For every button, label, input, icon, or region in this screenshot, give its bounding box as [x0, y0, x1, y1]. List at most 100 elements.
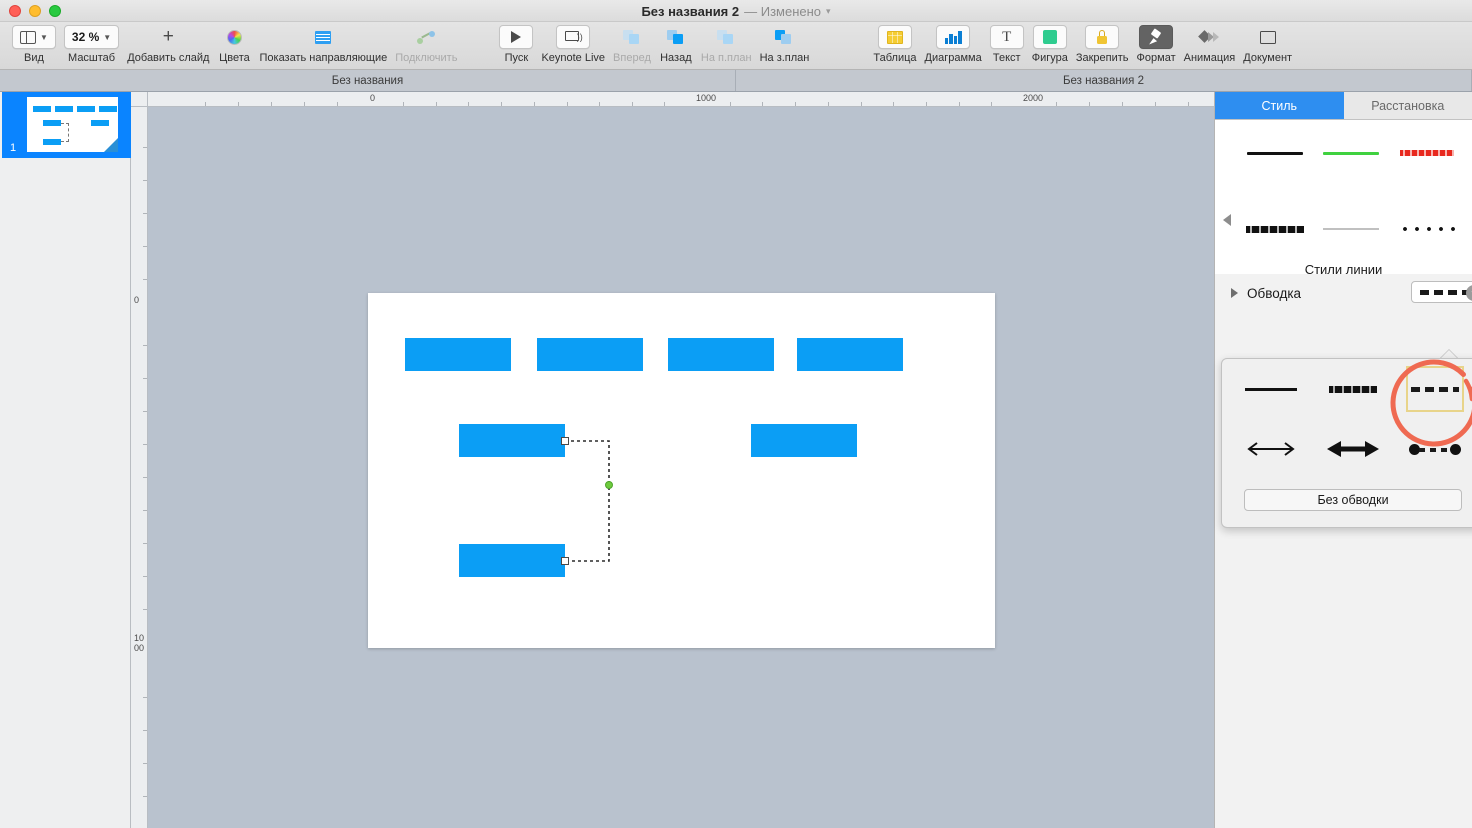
toolbar-label: Таблица [873, 52, 917, 64]
prev-page-arrow-icon[interactable] [1223, 214, 1231, 226]
line-style-grid [1237, 140, 1465, 242]
stroke-option-thick-arrow[interactable] [1312, 433, 1394, 465]
shape-rect-mid-left[interactable] [459, 424, 565, 457]
document-tab-1[interactable]: Без названия [0, 70, 736, 91]
chevron-down-icon: ▼ [103, 32, 112, 42]
stroke-option-thin-arrow[interactable] [1230, 433, 1312, 465]
toolbar-table[interactable]: Таблица [869, 22, 920, 64]
toolbar-animate[interactable]: Анимация [1180, 22, 1240, 64]
toolbar-bring-to-front[interactable]: На п.план [697, 22, 756, 64]
toolbar-chart[interactable]: Диаграмма [921, 22, 986, 64]
slide-navigator[interactable]: 1 [0, 92, 131, 828]
connector-midpoint-handle[interactable] [605, 481, 613, 489]
toolbar-label: Добавить слайд [127, 52, 210, 64]
disclosure-triangle-icon[interactable] [1231, 288, 1238, 298]
shape-rect-top-4[interactable] [797, 338, 903, 371]
toolbar-label: Формат [1136, 52, 1176, 64]
ruler-corner [131, 92, 148, 107]
bring-forward-icon [622, 30, 641, 44]
stroke-option-dashed[interactable] [1394, 366, 1472, 412]
toolbar-connect[interactable]: Подключить [391, 22, 461, 64]
toolbar-keynote-live[interactable]: )) Keynote Live [537, 22, 609, 64]
document-icon [1259, 30, 1276, 44]
toolbar-text[interactable]: T Текст [986, 22, 1028, 64]
color-wheel-icon [226, 29, 242, 45]
document-tab-2[interactable]: Без названия 2 [736, 70, 1472, 91]
stroke-section-row: Обводка ▼ [1215, 274, 1472, 312]
toolbar-label: Вперед [613, 52, 651, 64]
horizontal-ruler[interactable]: 0 1000 2000 [148, 92, 1214, 107]
line-preset-black-dotted[interactable] [1389, 216, 1465, 242]
toolbar-bring-forward[interactable]: Вперед [609, 22, 655, 64]
slide-corner-marker [104, 138, 118, 152]
shape-rect-top-2[interactable] [537, 338, 643, 371]
shape-rect-mid-right[interactable] [751, 424, 857, 457]
connector-handle-end[interactable] [561, 557, 569, 565]
document-title: Без названия 2 [641, 3, 740, 19]
toolbar-label: Анимация [1183, 52, 1236, 64]
toolbar-shape[interactable]: Фигура [1028, 22, 1072, 64]
shape-icon [1042, 30, 1057, 44]
slide-number: 1 [10, 142, 17, 154]
modified-status: — Изменено [744, 3, 822, 19]
stroke-option-solid[interactable] [1230, 373, 1312, 405]
vertical-ruler[interactable]: 0 1000 [131, 107, 148, 828]
send-backward-icon [666, 30, 685, 44]
line-preset-gray-thin[interactable] [1313, 216, 1389, 242]
chevron-down-icon[interactable]: ▾ [826, 6, 831, 17]
toolbar-label: Масштаб [68, 52, 116, 64]
no-stroke-button[interactable]: Без обводки [1244, 489, 1462, 511]
toolbar-label: Назад [660, 52, 692, 64]
guides-icon [315, 30, 332, 44]
toolbar-label: Пуск [504, 52, 529, 64]
toolbar-play[interactable]: Пуск [495, 22, 537, 64]
toolbar-zoom[interactable]: 32 % ▼ Масштаб [60, 22, 123, 64]
stroke-option-sketch[interactable] [1312, 373, 1394, 405]
ruler-label-v-1: 1000 [134, 633, 145, 653]
slide-canvas[interactable] [368, 293, 995, 648]
stroke-style-dropdown[interactable]: ▼ [1411, 281, 1472, 303]
toolbar-show-guides[interactable]: Показать направляющие [255, 22, 391, 64]
ball-dash-icon [1409, 443, 1461, 455]
plus-icon: + [162, 26, 174, 47]
slide-thumbnail-item[interactable]: 1 [2, 92, 131, 158]
selection-highlight [1406, 366, 1464, 412]
toolbar-send-to-back[interactable]: На з.план [756, 22, 814, 64]
ruler-label-v-0: 0 [134, 295, 140, 305]
stroke-option-ball-dash[interactable] [1394, 433, 1472, 465]
zoom-level-value: 32 % [71, 30, 100, 44]
line-preset-green-solid[interactable] [1313, 140, 1389, 166]
shape-rect-bottom-left[interactable] [459, 544, 565, 577]
toolbar-label: На з.план [759, 52, 810, 64]
canvas-area[interactable] [148, 107, 1214, 828]
line-preset-black-sketch[interactable] [1237, 216, 1313, 242]
shape-rect-top-1[interactable] [405, 338, 511, 371]
slide-thumbnail-preview [26, 96, 119, 153]
toolbar-lock[interactable]: Закрепить [1072, 22, 1133, 64]
toolbar-document[interactable]: Документ [1239, 22, 1296, 64]
connector-handle-start[interactable] [561, 437, 569, 445]
toolbar-view[interactable]: ▼ Вид [8, 22, 60, 64]
tab-style[interactable]: Стиль [1215, 92, 1344, 119]
play-icon [511, 31, 522, 43]
toolbar-format[interactable]: Формат [1133, 22, 1180, 64]
toolbar-label: Цвета [219, 52, 250, 64]
view-panes-icon [20, 30, 36, 44]
toolbar-send-backward[interactable]: Назад [655, 22, 697, 64]
toolbar-colors[interactable]: Цвета [213, 22, 255, 64]
thick-double-arrow-icon [1327, 441, 1379, 457]
toolbar-label: Keynote Live [541, 52, 606, 64]
toolbar-label: Подключить [395, 52, 458, 64]
line-preset-black-solid[interactable] [1237, 140, 1313, 166]
keynote-live-icon: )) [564, 31, 583, 43]
animate-icon [1198, 30, 1220, 43]
line-preset-red-sketch[interactable] [1389, 140, 1465, 166]
text-icon: T [1002, 28, 1012, 45]
toolbar-label: Показать направляющие [259, 52, 388, 64]
tab-arrange[interactable]: Расстановка [1343, 92, 1472, 119]
table-icon [886, 30, 903, 44]
toolbar-add-slide[interactable]: + Добавить слайд [123, 22, 213, 64]
shape-rect-top-3[interactable] [668, 338, 774, 371]
toolbar-label: Фигура [1031, 52, 1068, 64]
toolbar-label: Вид [24, 52, 44, 64]
